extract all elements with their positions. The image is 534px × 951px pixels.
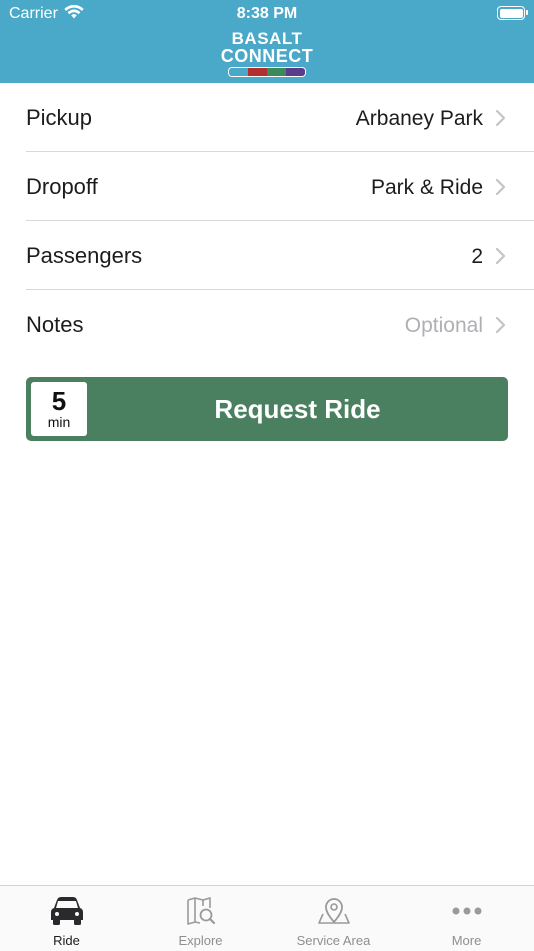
notes-placeholder: Optional (404, 314, 483, 337)
logo-bar-segment (286, 68, 305, 76)
passengers-row[interactable]: Passengers 2 (26, 221, 534, 290)
tab-ride[interactable]: Ride (0, 886, 133, 951)
logo-text-connect: CONNECT (220, 46, 314, 66)
eta-badge: 5 min (31, 382, 87, 436)
map-pin-icon (317, 898, 350, 924)
notes-label: Notes (26, 312, 84, 337)
tab-label: More (451, 933, 482, 948)
battery-icon (497, 6, 528, 20)
passengers-label: Passengers (26, 243, 143, 268)
pickup-row[interactable]: Pickup Arbaney Park (26, 83, 534, 152)
dropoff-value: Park & Ride (370, 176, 483, 199)
logo-text-basalt: BASALT (231, 29, 303, 48)
tab-label: Service Area (296, 933, 371, 948)
car-icon (50, 897, 83, 925)
chevron-right-icon (495, 109, 506, 127)
ride-form: Pickup Arbaney Park Dropoff Park & Ride … (26, 83, 534, 359)
eta-unit: min (47, 414, 71, 430)
eta-value: 5 (51, 386, 67, 416)
chevron-right-icon (495, 316, 506, 334)
request-ride-label: Request Ride (214, 394, 381, 424)
dropoff-row[interactable]: Dropoff Park & Ride (26, 152, 534, 221)
tab-label: Explore (178, 933, 223, 948)
tab-explore[interactable]: Explore (134, 886, 267, 951)
pickup-label: Pickup (26, 105, 93, 130)
tab-more[interactable]: More (400, 886, 533, 951)
tab-label: Ride (53, 933, 80, 948)
map-search-icon (186, 897, 215, 925)
passengers-value: 2 (471, 245, 483, 268)
tab-service-area[interactable]: Service Area (267, 886, 400, 951)
notes-row[interactable]: Notes Optional (26, 290, 534, 359)
logo-bar-segment (267, 68, 286, 76)
status-time: 8:38 PM (236, 5, 298, 22)
logo-bar-segment (229, 68, 248, 76)
status-bar: Carrier 8:38 PM (0, 0, 534, 28)
logo-color-bar (228, 67, 306, 77)
tab-bar: Ride Explore Service Area More (0, 885, 534, 951)
ellipsis-icon (452, 907, 481, 915)
logo-bar-segment (248, 68, 267, 76)
request-ride-button[interactable]: 5 min Request Ride (26, 377, 508, 441)
pickup-value: Arbaney Park (355, 107, 483, 130)
chevron-right-icon (495, 178, 506, 196)
chevron-right-icon (495, 247, 506, 265)
app-logo: BASALT CONNECT (0, 30, 534, 77)
dropoff-label: Dropoff (26, 174, 98, 199)
app-header: Carrier 8:38 PM BASALT CONNECT (0, 0, 534, 83)
